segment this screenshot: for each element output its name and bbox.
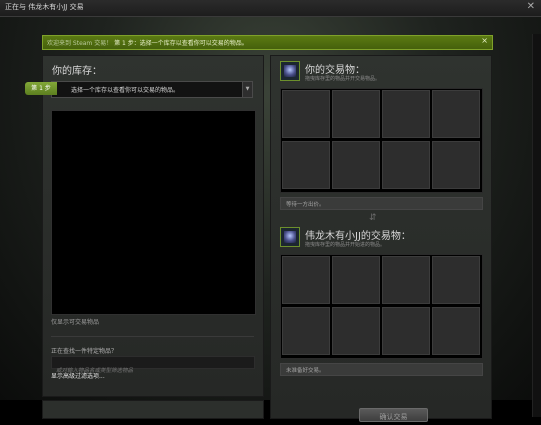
their-offer-slot xyxy=(432,307,480,355)
your-offer-slot[interactable] xyxy=(432,141,480,189)
trade-offers-panel: 你的交易物： 拖曳库存里的物品并开交易物品。 等待一方出价。 ⇵ 伟龙木有小JJ… xyxy=(270,55,492,422)
their-offer-slot xyxy=(432,256,480,304)
your-offer-slot[interactable] xyxy=(382,90,430,138)
inventory-select[interactable]: 选择一个库存以查看你可以交易的物品。 ▼ xyxy=(51,81,253,98)
your-offer-grid[interactable] xyxy=(280,88,483,193)
their-offer-status: 未准备好交易。 xyxy=(280,363,483,376)
your-offer-slot[interactable] xyxy=(332,90,380,138)
window-titlebar: 正在与 伟龙木有小JJ 交易 ✕ xyxy=(0,0,541,17)
their-offer-grid xyxy=(280,254,483,359)
item-search-field[interactable] xyxy=(51,356,255,377)
your-avatar xyxy=(280,61,300,81)
their-offer-slot xyxy=(282,307,330,355)
their-offer-slot xyxy=(332,256,380,304)
their-offer-slot xyxy=(282,256,330,304)
your-offer-slot[interactable] xyxy=(282,90,330,138)
your-offer-slot[interactable] xyxy=(332,141,380,189)
your-offer-status-text: 等待一方出价。 xyxy=(286,202,325,208)
their-offer-subtitle: 拖曳库存里的物品并开始进的物品。 xyxy=(305,242,386,248)
welcome-banner: 欢迎来到 Steam 交易！ 第 1 步：选择一个库存以查看你可以交易的物品。 … xyxy=(42,35,493,50)
your-offer-title: 你的交易物： xyxy=(305,65,365,76)
chevron-down-icon[interactable]: ▼ xyxy=(242,82,252,97)
your-offer-subtitle: 拖曳库存里的物品并开交易物品。 xyxy=(305,76,381,82)
find-item-label: 正在查找一件特定物品？ xyxy=(51,348,118,355)
their-offer-slot xyxy=(382,307,430,355)
inventory-title: 你的库存： xyxy=(52,66,102,77)
your-offer-slot[interactable] xyxy=(282,141,330,189)
confirm-trade-button[interactable]: 确认交易 xyxy=(359,408,428,422)
your-offer-slot[interactable] xyxy=(432,90,480,138)
their-avatar xyxy=(280,227,300,247)
trade-window: 欢迎来到 Steam 交易！ 第 1 步：选择一个库存以查看你可以交易的物品。 … xyxy=(0,17,541,422)
your-offer-status: 等待一方出价。 xyxy=(280,197,483,210)
inventory-panel: 你的库存： 选择一个库存以查看你可以交易的物品。 ▼ 第 1 步 仅显示可交易物… xyxy=(25,55,264,397)
their-offer-slot xyxy=(332,307,380,355)
close-icon[interactable]: ✕ xyxy=(527,1,535,12)
banner-close-icon[interactable]: × xyxy=(481,36,488,45)
inventory-select-value: 选择一个库存以查看你可以交易的物品。 xyxy=(71,87,180,94)
show-tradable-label[interactable]: 仅显示可交易物品 xyxy=(51,317,99,326)
divider xyxy=(51,336,254,337)
swap-arrows-icon: ⇵ xyxy=(369,213,378,223)
window-title: 正在与 伟龙木有小JJ 交易 xyxy=(5,3,84,11)
advanced-filter-link[interactable]: 显示高级过滤选项... xyxy=(51,371,105,380)
their-offer-status-text: 未准备好交易。 xyxy=(286,368,325,374)
banner-welcome-text: 欢迎来到 Steam 交易！ xyxy=(47,40,113,47)
inventory-panel-footer xyxy=(42,400,264,419)
step-badge: 第 1 步 xyxy=(25,82,57,95)
scrollbar[interactable] xyxy=(532,34,541,417)
your-offer-slot[interactable] xyxy=(382,141,430,189)
banner-step-text: 第 1 步：选择一个库存以查看你可以交易的物品。 xyxy=(114,40,248,47)
their-offer-slot xyxy=(382,256,430,304)
their-offer-title: 伟龙木有小JJ的交易物： xyxy=(305,231,411,242)
inventory-grid[interactable] xyxy=(51,110,256,315)
